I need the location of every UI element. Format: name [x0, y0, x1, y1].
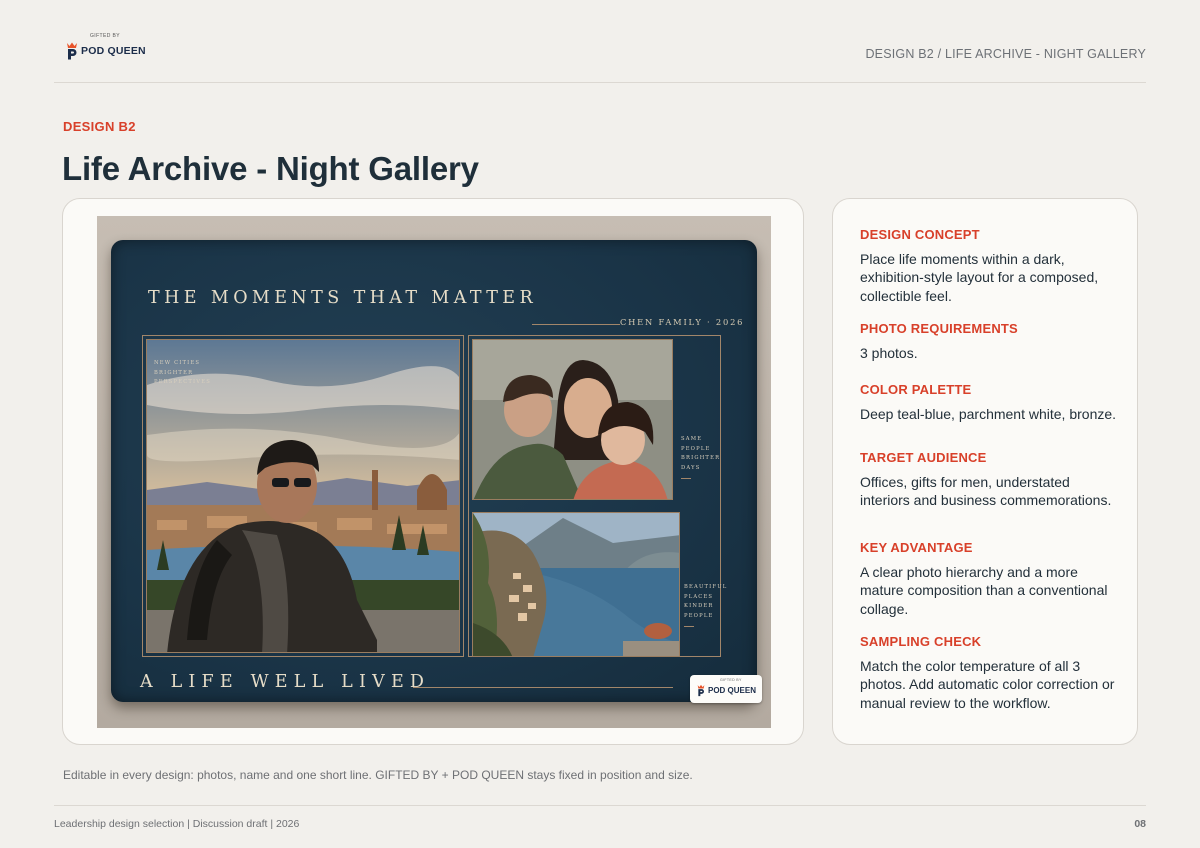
badge-brand-name: POD QUEEN	[708, 686, 757, 695]
badge-mark-icon	[697, 684, 705, 697]
blanket-headline: THE MOMENTS THAT MATTER	[148, 288, 538, 308]
page-number: 08	[1134, 818, 1146, 830]
caption-1-line-2: BRIGHTER	[154, 369, 194, 376]
blanket-footer-line: A LIFE WELL LIVED	[140, 672, 431, 692]
section-heading-sampling-check: SAMPLING CHECK	[860, 634, 982, 649]
page-title: Life Archive - Night Gallery	[62, 150, 479, 187]
footer-rule	[413, 687, 673, 688]
section-body-sampling-check: Match the color temperature of all 3 pho…	[860, 658, 1115, 711]
caption-3-line-2: PLACES	[684, 593, 714, 600]
section-heading-key-advantage: KEY ADVANTAGE	[860, 540, 973, 555]
caption-2-line-3: BRIGHTER	[681, 455, 721, 461]
section-body-key-advantage: A clear photo hierarchy and a more matur…	[860, 564, 1108, 617]
section-heading-photo-requirements: PHOTO REQUIREMENTS	[860, 321, 1018, 336]
headline-rule	[532, 324, 620, 325]
caption-1-line-1: NEW CITIES	[154, 360, 201, 366]
pod-queen-logo: GIFTED BY POD QUEEN	[64, 33, 154, 63]
logo-gifted-by: GIFTED BY	[90, 33, 120, 39]
caption-2-line-4: DAYS	[681, 464, 701, 471]
footer-divider	[54, 805, 1146, 806]
section-body-photo-requirements: 3 photos.	[860, 345, 918, 361]
footer-text: Leadership design selection | Discussion…	[54, 818, 300, 830]
logo-brand-name: POD QUEEN	[81, 45, 146, 57]
breadcrumb: DESIGN B2 / LIFE ARCHIVE - NIGHT GALLERY	[865, 47, 1146, 61]
photo-coastal-village	[472, 512, 680, 657]
blanket: THE MOMENTS THAT MATTER CHEN FAMILY · 20…	[111, 240, 762, 703]
badge-gifted-by: GIFTED BY	[720, 678, 742, 682]
caption-3-line-1: BEAUTIFUL	[684, 584, 728, 590]
section-body-design-concept: Place life moments within a dark, exhibi…	[860, 251, 1099, 304]
caption-3-dash	[684, 626, 694, 627]
section-body-target-audience: Offices, gifts for men, understated inte…	[860, 474, 1112, 509]
editable-note: Editable in every design: photos, name a…	[63, 768, 693, 782]
caption-1: NEW CITIES BRIGHTER PERSPECTIVES	[154, 359, 211, 388]
caption-2-line-1: SAME	[681, 436, 703, 442]
caption-1-line-3: PERSPECTIVES	[154, 379, 211, 385]
caption-3: BEAUTIFUL PLACES KINDER PEOPLE	[684, 583, 727, 627]
blanket-brand-badge: GIFTED BY POD QUEEN	[690, 675, 762, 703]
pod-queen-mark-icon	[67, 42, 77, 60]
caption-2: SAME PEOPLE BRIGHTER DAYS	[681, 435, 720, 479]
caption-3-line-3: KINDER	[684, 603, 714, 609]
details-card: DESIGN CONCEPT Place life moments within…	[832, 198, 1138, 745]
caption-2-line-2: PEOPLE	[681, 445, 711, 452]
section-heading-design-concept: DESIGN CONCEPT	[860, 227, 980, 242]
blanket-mockup-image: THE MOMENTS THAT MATTER CHEN FAMILY · 20…	[97, 216, 771, 728]
header-divider	[54, 82, 1146, 83]
caption-3-line-4: PEOPLE	[684, 612, 714, 619]
section-heading-color-palette: COLOR PALETTE	[860, 382, 972, 397]
caption-2-dash	[681, 478, 691, 479]
section-heading-target-audience: TARGET AUDIENCE	[860, 450, 987, 465]
mockup-card: THE MOMENTS THAT MATTER CHEN FAMILY · 20…	[62, 198, 804, 745]
section-body-color-palette: Deep teal-blue, parchment white, bronze.	[860, 406, 1117, 422]
photo-family-hug	[472, 339, 673, 500]
blanket-family-name: CHEN FAMILY · 2026	[620, 317, 745, 327]
design-kicker: DESIGN B2	[63, 119, 136, 134]
